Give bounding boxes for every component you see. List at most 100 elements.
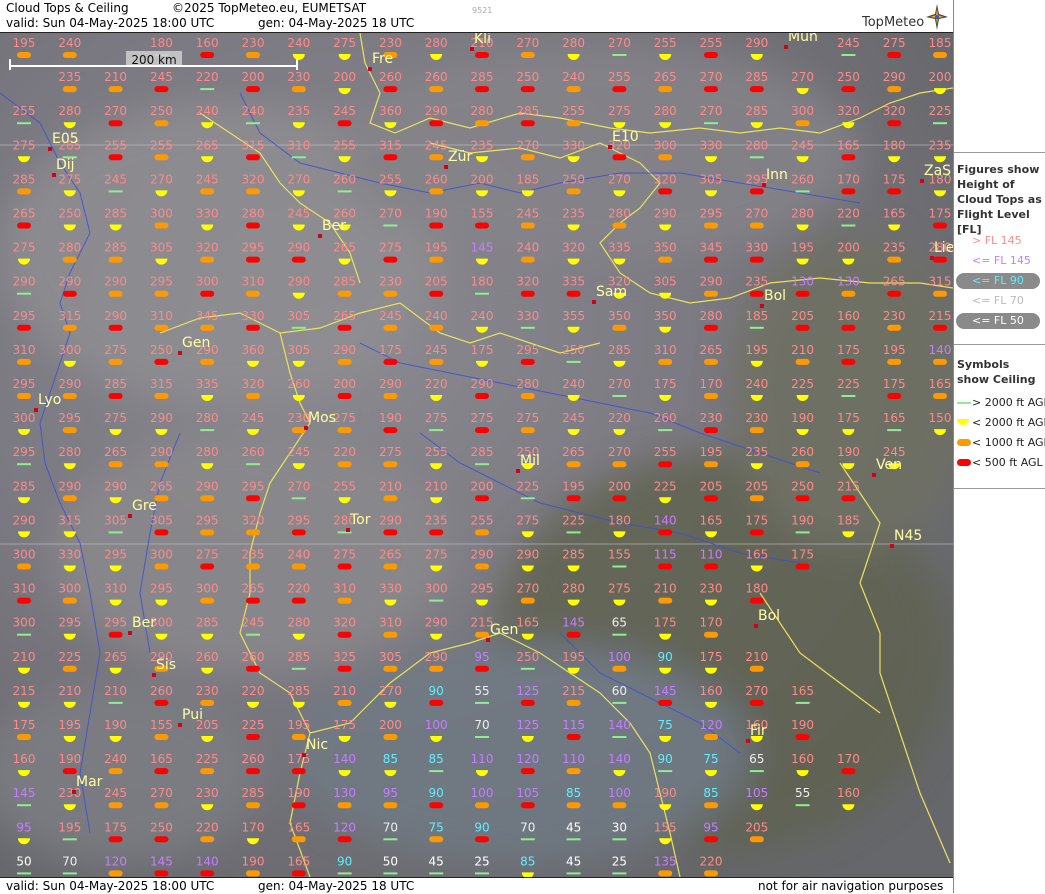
flight-level-value: 275: [379, 445, 402, 459]
place-label: Nic: [306, 737, 328, 753]
ceiling-symbol: [520, 52, 535, 58]
flight-level-value: 330: [745, 241, 768, 255]
ceiling-symbol: [612, 565, 627, 568]
ceiling-symbol: [246, 870, 260, 877]
ceiling-symbol: [749, 597, 764, 604]
flight-level-value: 145: [150, 854, 173, 868]
flight-level-value: 45: [566, 820, 581, 834]
flight-level-value: 210: [104, 684, 127, 698]
ceiling-symbol: [566, 495, 581, 502]
ceiling-symbol: [429, 665, 444, 672]
ceiling-symbol: [566, 802, 581, 809]
ceiling-symbol: [200, 290, 215, 297]
ceiling-symbol: [429, 358, 444, 365]
flight-level-value: 200: [471, 479, 494, 493]
ceiling-symbol: [887, 393, 902, 399]
ceiling-symbol: [17, 222, 31, 229]
flight-level-value: 290: [471, 548, 494, 562]
ceiling-symbol: [887, 256, 902, 263]
flight-level-value: 280: [562, 36, 585, 50]
place-label: Lyo: [38, 392, 61, 408]
ceiling-symbol: [749, 836, 764, 843]
ceiling-symbol: [200, 88, 215, 91]
flight-level-value: 235: [242, 548, 265, 562]
ceiling-symbol: [475, 427, 489, 434]
flight-level-value: 320: [883, 104, 906, 118]
flight-level-value: 100: [471, 786, 494, 800]
flight-level-value: 295: [13, 309, 36, 323]
place-marker: [48, 147, 52, 151]
flight-level-value: 165: [791, 684, 814, 698]
flight-level-value: 150: [929, 411, 952, 425]
flight-level-value: 280: [700, 309, 723, 323]
flight-level-value: 305: [654, 275, 677, 289]
place-label: Dij: [56, 157, 75, 173]
ceiling-symbol: [749, 290, 764, 297]
flight-level-value: 305: [287, 309, 310, 323]
ceiling-symbol: [17, 597, 31, 604]
topmeteo-logo: TopMeteo: [862, 15, 925, 30]
ceiling-symbol: [429, 770, 444, 773]
flight-level-value: 265: [333, 241, 356, 255]
place-marker: [304, 426, 308, 430]
flight-level-value: 240: [58, 36, 81, 50]
flight-level-value: 265: [196, 138, 219, 152]
flight-level-value: 245: [104, 786, 127, 800]
ceiling-symbol: [154, 461, 169, 468]
ceiling-symbol: [383, 461, 398, 468]
flight-level-value: 250: [150, 104, 173, 118]
ceiling-symbol: [933, 324, 947, 331]
ceiling-symbol: [337, 461, 352, 468]
ceiling-symbol: [749, 86, 764, 93]
ceiling-symbol: [887, 324, 902, 331]
ceiling-symbol: [337, 358, 352, 365]
flight-level-value: 255: [700, 36, 723, 50]
ceiling-symbol: [520, 120, 535, 127]
ceiling-symbol: [200, 597, 215, 604]
flight-level-value: 260: [333, 172, 356, 186]
flight-level-value: 320: [562, 241, 585, 255]
ceiling-symbol: [520, 427, 535, 434]
flight-level-value: 220: [242, 684, 265, 698]
flight-level-value: 310: [333, 582, 356, 596]
ceiling-symbol: [566, 872, 581, 875]
flight-level-value: 145: [471, 241, 494, 255]
flight-level-value: 275: [58, 172, 81, 186]
satellite-map[interactable]: 195 240 180 160 230 240 275 230 280 210 270 280 270 2…: [0, 33, 953, 877]
flight-level-value: 260: [791, 172, 814, 186]
flight-level-value: 290: [516, 548, 539, 562]
ceiling-symbol: [108, 701, 123, 704]
flight-level-value: 325: [333, 650, 356, 664]
ceiling-symbol: [337, 872, 352, 875]
header-bar: Cloud Tops & Ceiling ©2025 TopMeteo.eu, …: [0, 0, 953, 33]
ceiling-symbol: [108, 802, 123, 809]
flight-level-value: 230: [379, 275, 402, 289]
figure-legend-label: <= FL 145: [972, 254, 1031, 267]
ceiling-symbol: [658, 461, 673, 468]
flight-level-value: 255: [333, 138, 356, 152]
figure-legend-row: <= FL 90: [954, 272, 1045, 290]
flight-level-value: 280: [562, 582, 585, 596]
flight-level-value: 250: [150, 820, 173, 834]
flight-level-value: 270: [745, 684, 768, 698]
flight-level-value: 275: [333, 36, 356, 50]
flight-level-value: 225: [837, 377, 860, 391]
ceiling-symbol: [383, 324, 398, 331]
ceiling-symbol: [658, 770, 673, 773]
ceiling-symbol: [704, 836, 718, 843]
flight-level-value: 285: [471, 445, 494, 459]
ceiling-symbol: [612, 395, 627, 397]
ceiling-symbol: [749, 188, 764, 195]
flight-level-value: 285: [13, 172, 36, 186]
flight-level-value: 290: [379, 377, 402, 391]
flight-level-value: 275: [13, 241, 36, 255]
ceiling-symbol: [841, 54, 856, 56]
ceiling-symbol: [704, 631, 718, 638]
flight-level-value: 255: [654, 36, 677, 50]
ceiling-symbol: [841, 358, 856, 365]
flight-level-value: 310: [150, 309, 173, 323]
flight-level-value: 260: [242, 445, 265, 459]
flight-level-value: 90: [429, 684, 444, 698]
ceiling-symbol: [520, 86, 535, 93]
flight-level-value: 90: [658, 752, 673, 766]
